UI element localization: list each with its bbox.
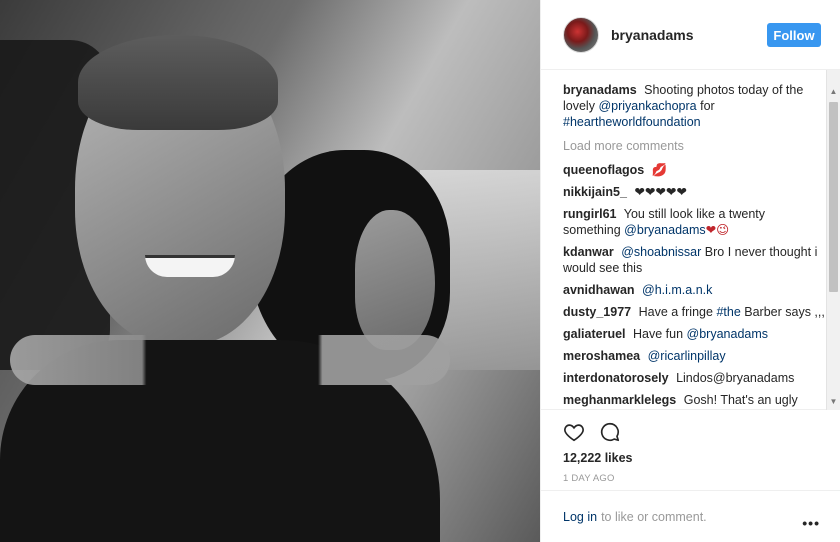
photo-hands xyxy=(10,335,450,385)
comment-item: avnidhawan @h.i.m.a.n.k xyxy=(563,282,825,298)
comment-item: meghanmarklelegs Gosh! That's an ugly xyxy=(563,392,825,408)
comment-username[interactable]: avnidhawan xyxy=(563,283,635,297)
scroll-up-icon[interactable]: ▲ xyxy=(827,84,840,98)
comment-mention[interactable]: @bryanadams xyxy=(624,223,705,237)
comment-icon[interactable] xyxy=(599,421,621,443)
scroll-down-icon[interactable]: ▼ xyxy=(827,394,840,408)
comment-text: Have a fringe xyxy=(638,305,713,319)
avatar[interactable] xyxy=(563,16,599,53)
scrollbar-thumb[interactable] xyxy=(829,102,838,292)
photo-man-hair xyxy=(78,35,278,130)
comment-mention[interactable]: @bryanadams xyxy=(687,327,768,341)
comment-item: rungirl61 You still look like a twenty s… xyxy=(563,206,825,238)
like-count[interactable]: 12,222 likes xyxy=(563,451,633,465)
caption: bryanadams Shooting photos today of the … xyxy=(563,82,825,130)
comment-text: ❤❤❤❤❤ xyxy=(634,185,687,199)
comment-item: queenoflagos 💋 xyxy=(563,162,825,178)
comment-item: meroshamea @ricarlinpillay xyxy=(563,348,825,364)
comment-text: 💋 xyxy=(651,163,668,177)
heart-icon[interactable] xyxy=(563,421,585,443)
comment-text: Gosh! That's an ugly xyxy=(683,393,798,407)
comment-username[interactable]: meroshamea xyxy=(563,349,640,363)
login-prompt: Log in to like or comment. xyxy=(541,490,840,542)
comment-item: galiateruel Have fun @bryanadams xyxy=(563,326,825,342)
caption-mention[interactable]: @priyankachopra xyxy=(598,99,696,113)
comments-scrollbar[interactable]: ▲ ▼ xyxy=(826,70,840,410)
comments-list[interactable]: bryanadams Shooting photos today of the … xyxy=(541,70,840,410)
comment-username[interactable]: nikkijain5_ xyxy=(563,185,627,199)
comment-text: Have fun xyxy=(633,327,684,341)
comment-username[interactable]: galiateruel xyxy=(563,327,626,341)
comment-username[interactable]: kdanwar xyxy=(563,245,614,259)
comment-username[interactable]: rungirl61 xyxy=(563,207,617,221)
post-side-panel: bryanadams Follow bryanadams Shooting ph… xyxy=(540,0,840,542)
caption-text-2: for xyxy=(700,99,715,113)
comment-username[interactable]: interdonatorosely xyxy=(563,371,669,385)
post-timestamp[interactable]: 1 DAY AGO xyxy=(563,473,615,484)
comment-emoji: ❤😉 xyxy=(705,223,730,237)
post-actions xyxy=(563,421,621,443)
comment-username[interactable]: meghanmarklelegs xyxy=(563,393,676,407)
comment-item: interdonatorosely Lindos@bryanadams xyxy=(563,370,825,386)
comment-item: nikkijain5_ ❤❤❤❤❤ xyxy=(563,184,825,200)
comment-username[interactable]: dusty_1977 xyxy=(563,305,631,319)
follow-button[interactable]: Follow xyxy=(767,23,821,47)
photo-woman-face xyxy=(355,210,435,350)
comment-mention[interactable]: @ricarlinpillay xyxy=(648,349,726,363)
header-username[interactable]: bryanadams xyxy=(611,27,693,43)
post-photo[interactable] xyxy=(0,0,540,542)
caption-hashtag[interactable]: #heartheworldfoundation xyxy=(563,115,701,129)
more-options-icon[interactable]: ••• xyxy=(802,515,820,531)
photo-man-smile xyxy=(145,255,235,277)
post-header: bryanadams Follow xyxy=(541,0,840,70)
comment-username[interactable]: queenoflagos xyxy=(563,163,644,177)
comment-mention[interactable]: @h.i.m.a.n.k xyxy=(642,283,712,297)
login-text: to like or comment. xyxy=(601,509,707,524)
login-link[interactable]: Log in xyxy=(563,510,597,524)
caption-username[interactable]: bryanadams xyxy=(563,83,637,97)
load-more-comments[interactable]: Load more comments xyxy=(563,138,825,154)
comment-hashtag[interactable]: #the xyxy=(716,305,740,319)
comment-text-2: Barber says ,,, xyxy=(744,305,825,319)
comment-item: dusty_1977 Have a fringe #the Barber say… xyxy=(563,304,825,320)
comment-item: kdanwar @shoabnissar Bro I never thought… xyxy=(563,244,825,276)
comment-text: Lindos@bryanadams xyxy=(676,371,795,385)
comment-mention[interactable]: @shoabnissar xyxy=(621,245,701,259)
